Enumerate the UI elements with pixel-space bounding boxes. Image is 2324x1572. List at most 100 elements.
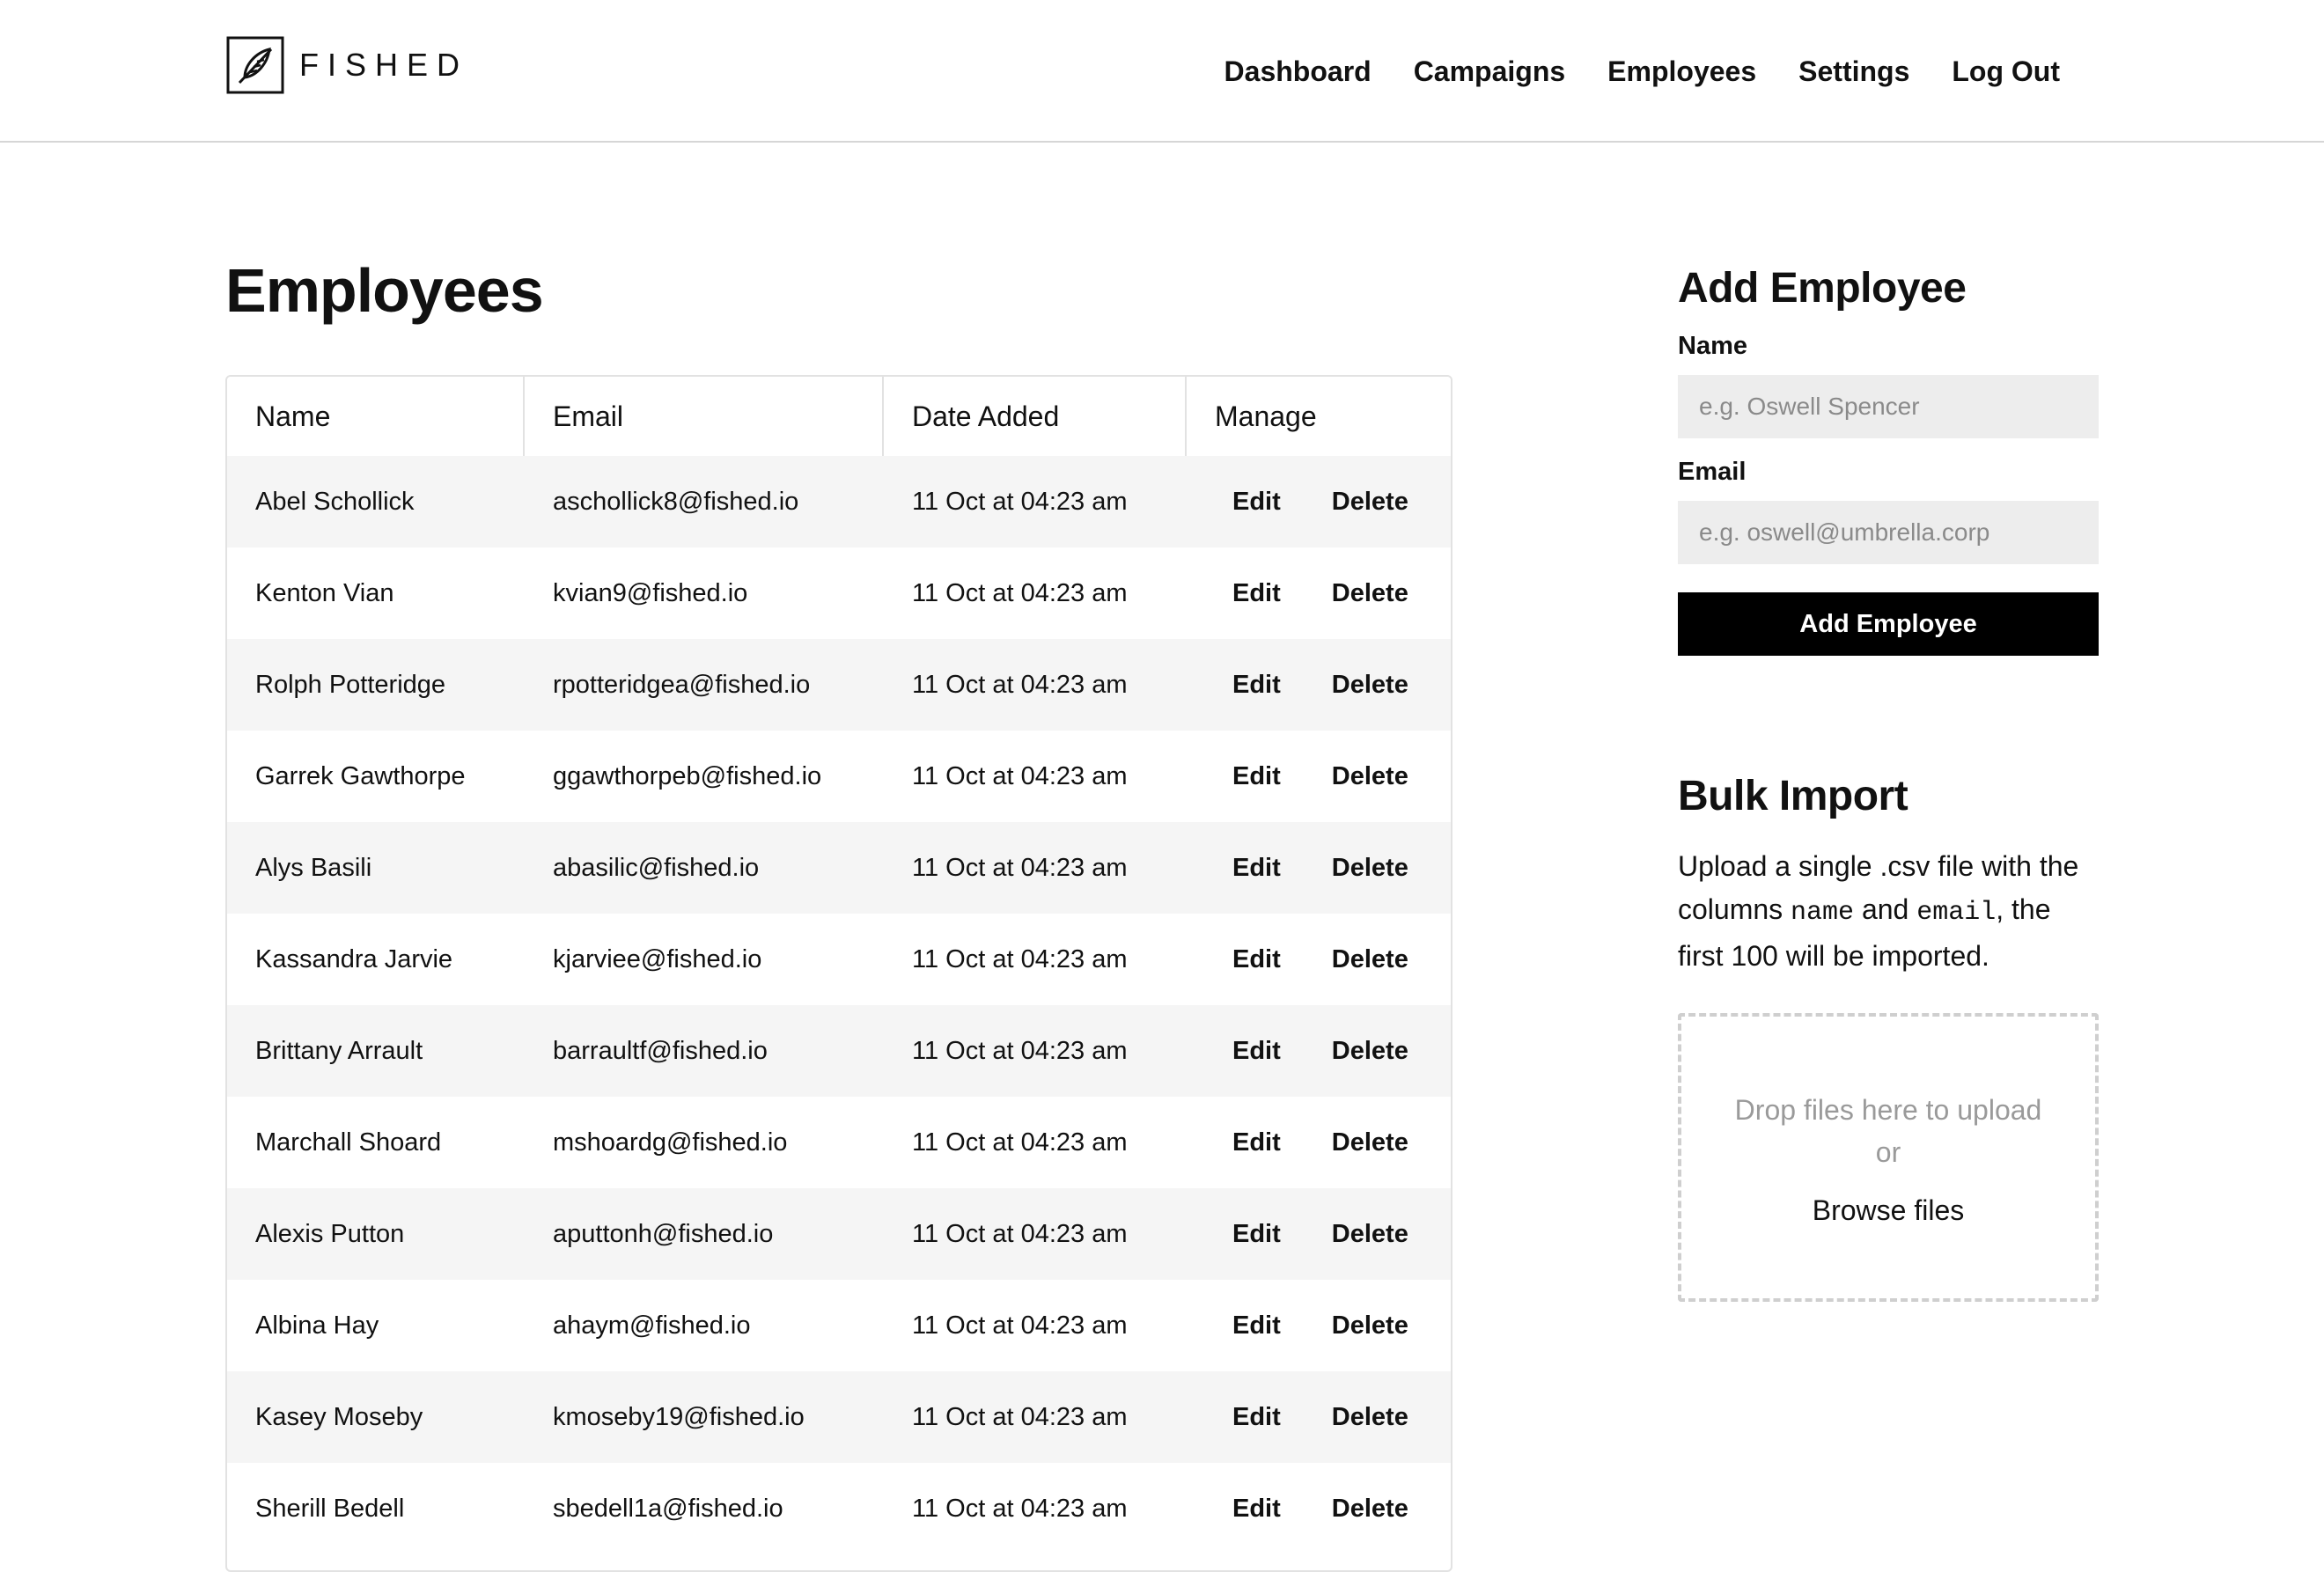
cell-manage: Edit Delete [1187, 1037, 1451, 1066]
bulk-desc-text-2: and [1854, 893, 1917, 925]
delete-button[interactable]: Delete [1332, 671, 1408, 700]
cell-name: Brittany Arrault [255, 1036, 423, 1065]
column-header-date-added[interactable]: Date Added [884, 377, 1187, 456]
delete-button[interactable]: Delete [1332, 1403, 1408, 1432]
email-label: Email [1678, 458, 1747, 486]
bulk-import-title: Bulk Import [1678, 773, 1908, 819]
cell-date-added: 11 Oct at 04:23 am [912, 670, 1128, 699]
edit-button[interactable]: Edit [1232, 488, 1281, 517]
delete-button[interactable]: Delete [1332, 1128, 1408, 1157]
cell-name: Kasey Moseby [255, 1402, 423, 1431]
name-label: Name [1678, 332, 1747, 360]
delete-button[interactable]: Delete [1332, 1220, 1408, 1249]
cell-name: Alexis Putton [255, 1219, 405, 1248]
delete-button[interactable]: Delete [1332, 1311, 1408, 1341]
delete-button[interactable]: Delete [1332, 854, 1408, 883]
cell-email: rpotteridgea@fished.io [553, 670, 811, 699]
name-input[interactable] [1678, 375, 2099, 438]
cell-date-added: 11 Oct at 04:23 am [912, 487, 1128, 516]
add-employee-title: Add Employee [1678, 265, 1967, 312]
delete-button[interactable]: Delete [1332, 1495, 1408, 1524]
cell-name: Kenton Vian [255, 578, 394, 607]
delete-button[interactable]: Delete [1332, 762, 1408, 791]
edit-button[interactable]: Edit [1232, 1220, 1281, 1249]
edit-button[interactable]: Edit [1232, 1403, 1281, 1432]
delete-button[interactable]: Delete [1332, 488, 1408, 517]
cell-email: abasilic@fished.io [553, 853, 760, 882]
edit-button[interactable]: Edit [1232, 854, 1281, 883]
table-body: Abel Schollick aschollick8@fished.io 11 Oc… [227, 456, 1451, 1554]
cell-date-added: 11 Oct at 04:23 am [912, 1219, 1128, 1248]
table-header: Name Email Date Added Manage [227, 377, 1451, 456]
cell-manage: Edit Delete [1187, 1403, 1451, 1432]
table-row: Rolph Potteridge rpotteridgea@fished.io 11… [227, 639, 1451, 731]
bulk-import-section: Bulk Import Upload a single .csv file wi… [1678, 772, 2099, 1302]
cell-name: Alys Basili [255, 853, 372, 882]
nav-employees[interactable]: Employees [1607, 55, 1756, 88]
nav-settings[interactable]: Settings [1798, 55, 1909, 88]
delete-button[interactable]: Delete [1332, 1037, 1408, 1066]
logo[interactable]: FISHED [225, 33, 468, 97]
cell-manage: Edit Delete [1187, 1311, 1451, 1341]
main-nav: Dashboard Campaigns Employees Settings L… [1225, 49, 2060, 93]
cell-email: aschollick8@fished.io [553, 487, 799, 516]
cell-manage: Edit Delete [1187, 1128, 1451, 1157]
top-navbar: FISHED Dashboard Campaigns Employees Set… [0, 0, 2324, 143]
cell-email: ggawthorpeb@fished.io [553, 761, 822, 790]
table-row: Kassandra Jarvie kjarviee@fished.io 11 Oct… [227, 914, 1451, 1005]
nav-dashboard[interactable]: Dashboard [1225, 55, 1372, 88]
edit-button[interactable]: Edit [1232, 1311, 1281, 1341]
edit-button[interactable]: Edit [1232, 579, 1281, 608]
cell-date-added: 11 Oct at 04:23 am [912, 853, 1128, 882]
delete-button[interactable]: Delete [1332, 945, 1408, 974]
column-header-name[interactable]: Name [227, 377, 525, 456]
table-row: Abel Schollick aschollick8@fished.io 11 Oc… [227, 456, 1451, 547]
nav-campaigns[interactable]: Campaigns [1414, 55, 1565, 88]
cell-name: Marchall Shoard [255, 1128, 442, 1157]
column-header-manage: Manage [1215, 400, 1317, 432]
sidebar: Add Employee Name Email Add Employee Bul… [1678, 264, 2099, 1302]
add-employee-form: Add Employee Name Email Add Employee [1678, 264, 2099, 656]
file-dropzone[interactable]: Drop files here to upload or Browse file… [1678, 1013, 2099, 1302]
dropzone-text: Drop files here to upload [1734, 1093, 2042, 1126]
edit-button[interactable]: Edit [1232, 1128, 1281, 1157]
dropzone-or: or [1875, 1135, 1901, 1168]
code-name: name [1791, 898, 1855, 928]
table-row: Alexis Putton aputtonh@fished.io 11 Oct at… [227, 1188, 1451, 1280]
table-row: Brittany Arrault barraultf@fished.io 11 Oc… [227, 1005, 1451, 1097]
edit-button[interactable]: Edit [1232, 945, 1281, 974]
edit-button[interactable]: Edit [1232, 671, 1281, 700]
table-row: Marchall Shoard mshoardg@fished.io 11 Oct … [227, 1097, 1451, 1188]
logo-text: FISHED [299, 47, 469, 83]
add-employee-button[interactable]: Add Employee [1678, 592, 2099, 656]
cell-email: kmoseby19@fished.io [553, 1402, 805, 1431]
cell-manage: Edit Delete [1187, 854, 1451, 883]
table-row: Alys Basili abasilic@fished.io 11 Oct at 0… [227, 822, 1451, 914]
cell-manage: Edit Delete [1187, 762, 1451, 791]
nav-log-out[interactable]: Log Out [1952, 55, 2060, 88]
code-email: email [1916, 898, 1997, 928]
cell-manage: Edit Delete [1187, 671, 1451, 700]
cell-name: Abel Schollick [255, 487, 415, 516]
cell-email: kjarviee@fished.io [553, 944, 762, 973]
cell-date-added: 11 Oct at 04:23 am [912, 1036, 1128, 1065]
cell-date-added: 11 Oct at 04:23 am [912, 944, 1128, 973]
feather-in-square-icon [226, 36, 284, 94]
cell-manage: Edit Delete [1187, 1220, 1451, 1249]
column-header-email[interactable]: Email [525, 377, 884, 456]
cell-email: sbedell1a@fished.io [553, 1494, 783, 1523]
cell-date-added: 11 Oct at 04:23 am [912, 578, 1128, 607]
cell-name: Kassandra Jarvie [255, 944, 453, 973]
edit-button[interactable]: Edit [1232, 1037, 1281, 1066]
edit-button[interactable]: Edit [1232, 1495, 1281, 1524]
cell-manage: Edit Delete [1187, 488, 1451, 517]
browse-files-button[interactable]: Browse files [1813, 1194, 1965, 1227]
cell-date-added: 11 Oct at 04:23 am [912, 1311, 1128, 1340]
cell-email: aputtonh@fished.io [553, 1219, 774, 1248]
edit-button[interactable]: Edit [1232, 762, 1281, 791]
email-input[interactable] [1678, 501, 2099, 564]
delete-button[interactable]: Delete [1332, 579, 1408, 608]
table-row: Albina Hay ahaym@fished.io 11 Oct at 04:23… [227, 1280, 1451, 1371]
cell-date-added: 11 Oct at 04:23 am [912, 1402, 1128, 1431]
cell-name: Rolph Potteridge [255, 670, 446, 699]
